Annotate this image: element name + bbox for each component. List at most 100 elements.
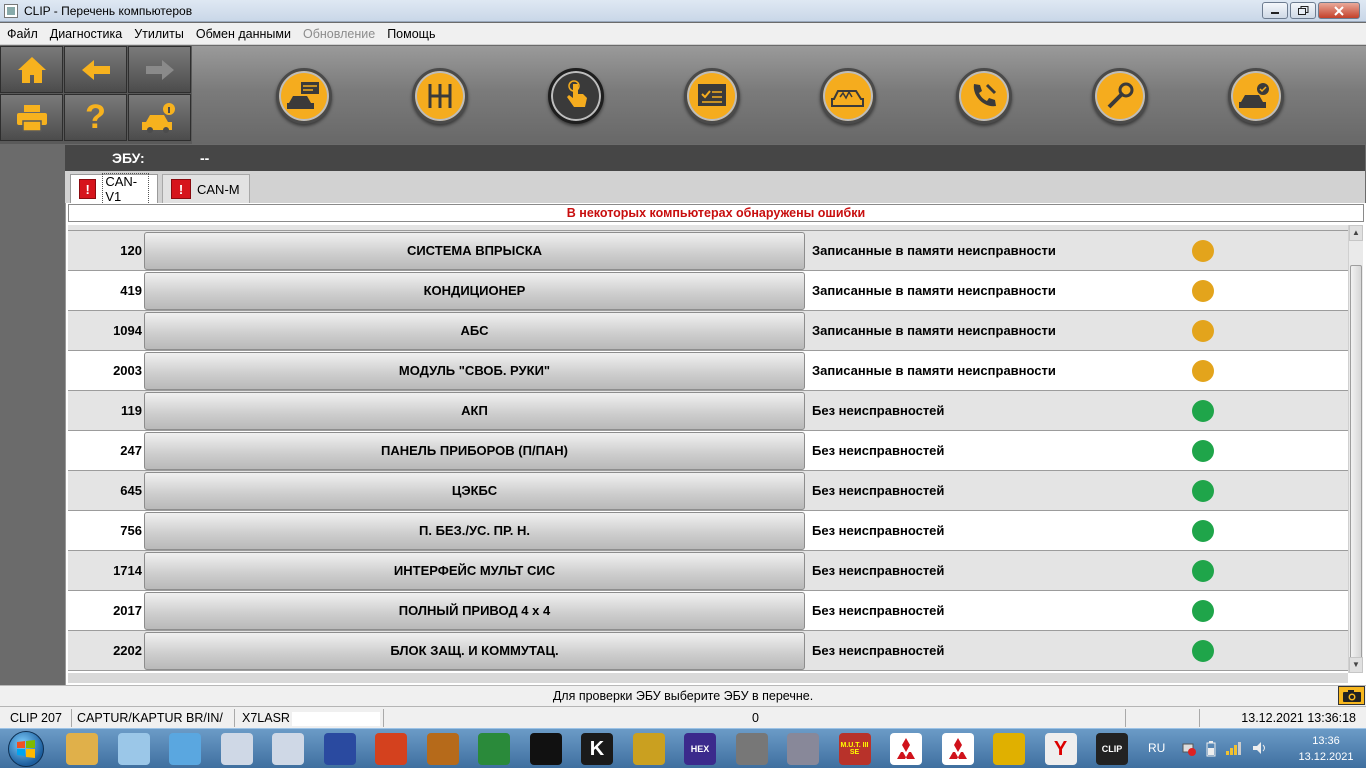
ecu-code: 247: [120, 443, 142, 458]
chip-icon[interactable]: [787, 733, 819, 765]
mitsubishi-icon[interactable]: [941, 733, 974, 765]
vehicle-ok-button[interactable]: [1228, 68, 1284, 124]
service-call-button[interactable]: [956, 68, 1012, 124]
ecu-code: 119: [121, 403, 142, 418]
home-icon: [17, 56, 46, 83]
status-blank: [1128, 709, 1200, 727]
yandex-icon[interactable]: Y: [1044, 733, 1077, 765]
table-row[interactable]: 120 СИСТЕМА ВПРЫСКА Записанные в памяти не…: [68, 231, 1348, 271]
table-row[interactable]: 2202 БЛОК ЗАЩ. И КОММУТАЦ. Без неисправнос…: [68, 631, 1348, 671]
ecu-box-icon[interactable]: [735, 733, 768, 765]
ecu-status: Записанные в памяти неисправности: [812, 243, 1056, 258]
vehicle-model: CAPTUR/KAPTUR BR/IN/: [73, 709, 235, 727]
table-row[interactable]: 119 АКП Без неисправностей: [68, 391, 1348, 431]
vehicle-info-button[interactable]: [128, 94, 191, 141]
tab-can-m[interactable]: ! CAN-M: [162, 174, 250, 203]
menu-item[interactable]: Файл: [0, 27, 43, 41]
paint-icon[interactable]: [117, 733, 150, 765]
tab-can-v1[interactable]: ! CAN-V1: [70, 173, 158, 205]
truck-logo-icon[interactable]: [478, 733, 510, 765]
table-row[interactable]: 247 ПАНЕЛЬ ПРИБОРОВ (П/ПАН) Без неисправно…: [68, 431, 1348, 471]
ecu-name-button[interactable]: АБС: [144, 312, 805, 350]
gearbox-button[interactable]: [412, 68, 468, 124]
menu-item[interactable]: Помощь: [380, 27, 440, 41]
mitsubishi-logo-icon: [948, 738, 967, 759]
ecu-name-button[interactable]: ИНТЕРФЕЙС МУЛЬТ СИС: [144, 552, 805, 590]
diagnostic-app-icon[interactable]: [220, 733, 253, 765]
ecu-name-button[interactable]: БЛОК ЗАЩ. И КОММУТАЦ.: [144, 632, 805, 670]
ecu-name-button[interactable]: ПОЛНЫЙ ПРИВОД 4 x 4: [144, 592, 805, 630]
back-button[interactable]: [64, 46, 127, 93]
table-row[interactable]: 756 П. БЕЗ./УС. ПР. Н. Без неисправностей: [68, 511, 1348, 551]
ecu-name-button[interactable]: П. БЕЗ./УС. ПР. Н.: [144, 512, 805, 550]
network-warning-icon[interactable]: [1182, 742, 1196, 756]
table-row[interactable]: 1714 ИНТЕРФЕЙС МУЛЬТ СИС Без неисправносте…: [68, 551, 1348, 591]
ecu-name-button[interactable]: ЦЭКБС: [144, 472, 805, 510]
table-row[interactable]: 1094 АБС Записанные в памяти неисправности: [68, 311, 1348, 351]
repair-button[interactable]: [1092, 68, 1148, 124]
cartridge-icon[interactable]: [426, 733, 459, 765]
question-icon: ?: [85, 98, 106, 136]
phone-wrench-icon: [973, 83, 997, 107]
tab-label: CAN-M: [197, 181, 240, 197]
table-row[interactable]: 2017 ПОЛНЫЙ ПРИВОД 4 x 4 Без неисправносте…: [68, 591, 1348, 631]
volume-icon[interactable]: [1252, 741, 1268, 755]
status-indicator-icon: [1192, 400, 1214, 422]
ecu-name-button[interactable]: АКП: [144, 392, 805, 430]
checklist-button[interactable]: [684, 68, 740, 124]
table-row[interactable]: 2003 МОДУЛЬ "СВОБ. РУКИ" Записанные в памя…: [68, 351, 1348, 391]
ecu-name-button[interactable]: СИСТЕМА ВПРЫСКА: [144, 232, 805, 270]
clock-date[interactable]: 13.12.2021: [1285, 751, 1366, 763]
maximize-button[interactable]: [1290, 2, 1316, 19]
scroll-down-icon[interactable]: ▼: [1349, 657, 1363, 673]
explorer-icon[interactable]: [66, 733, 98, 765]
battery-icon[interactable]: [1206, 741, 1216, 757]
ecu-label: ЭБУ:: [112, 150, 145, 166]
vertical-scrollbar[interactable]: ▲ ▼: [1348, 225, 1363, 673]
status-bar: CLIP 207 CAPTUR/KAPTUR BR/IN/ X7LASR 0 1…: [0, 706, 1366, 728]
mitsubishi-icon[interactable]: [890, 733, 922, 765]
menu-item[interactable]: Обмен данными: [189, 27, 296, 41]
table-row[interactable]: 645 ЦЭКБС Без неисправностей: [68, 471, 1348, 511]
hex-app-icon[interactable]: HEX: [684, 733, 716, 765]
help-button[interactable]: ?: [64, 94, 127, 141]
mut-icon[interactable]: M.U.T. III SE: [838, 733, 871, 765]
touch-button[interactable]: [548, 68, 604, 124]
ecu-name-button[interactable]: МОДУЛЬ "СВОБ. РУКИ": [144, 352, 805, 390]
ecu-code: 2017: [113, 603, 142, 618]
ecu-list-panel: В некоторых компьютерах обнаружены ошибк…: [65, 203, 1366, 685]
no-symbol-icon[interactable]: [375, 733, 407, 765]
tab-label: CAN-V1: [102, 173, 149, 205]
scroll-up-icon[interactable]: ▲: [1349, 225, 1363, 241]
menu-item[interactable]: Диагностика: [43, 27, 127, 41]
computer-icon[interactable]: [169, 733, 201, 765]
ecu-name-button[interactable]: КОНДИЦИОНЕР: [144, 272, 805, 310]
status-indicator-icon: [1192, 640, 1214, 662]
start-button[interactable]: [8, 731, 44, 767]
minimize-button[interactable]: [1262, 2, 1288, 19]
diagnostic-button[interactable]: [820, 68, 876, 124]
print-button[interactable]: [0, 94, 63, 141]
screenshot-button[interactable]: [1338, 686, 1365, 705]
home-button[interactable]: [0, 46, 63, 93]
close-button[interactable]: [1318, 2, 1360, 19]
ecu-name-button[interactable]: ПАНЕЛЬ ПРИБОРОВ (П/ПАН): [144, 432, 805, 470]
scroll-thumb[interactable]: [1350, 265, 1362, 660]
coin-icon[interactable]: [632, 733, 665, 765]
target-icon[interactable]: [993, 733, 1025, 765]
menu-item[interactable]: Утилиты: [127, 27, 189, 41]
taskbar-app-label: CLIP: [1101, 744, 1123, 754]
table-row[interactable]: 419 КОНДИЦИОНЕР Записанные в памяти неиспр…: [68, 271, 1348, 311]
clip-app-icon[interactable]: CLIP: [1096, 733, 1128, 765]
signal-icon[interactable]: [1226, 741, 1242, 755]
diagnostic-app-icon[interactable]: [272, 733, 304, 765]
language-indicator[interactable]: RU: [1148, 741, 1165, 755]
lightning-icon[interactable]: [529, 733, 562, 765]
clock-time[interactable]: 13:36: [1300, 735, 1352, 747]
k-app-icon[interactable]: K: [581, 733, 613, 765]
forward-button[interactable]: [128, 46, 191, 93]
taskbar-app-label: HEX: [690, 744, 710, 754]
floppy-icon[interactable]: [323, 733, 356, 765]
vehicle-id-button[interactable]: [276, 68, 332, 124]
camera-icon: [1342, 689, 1361, 702]
